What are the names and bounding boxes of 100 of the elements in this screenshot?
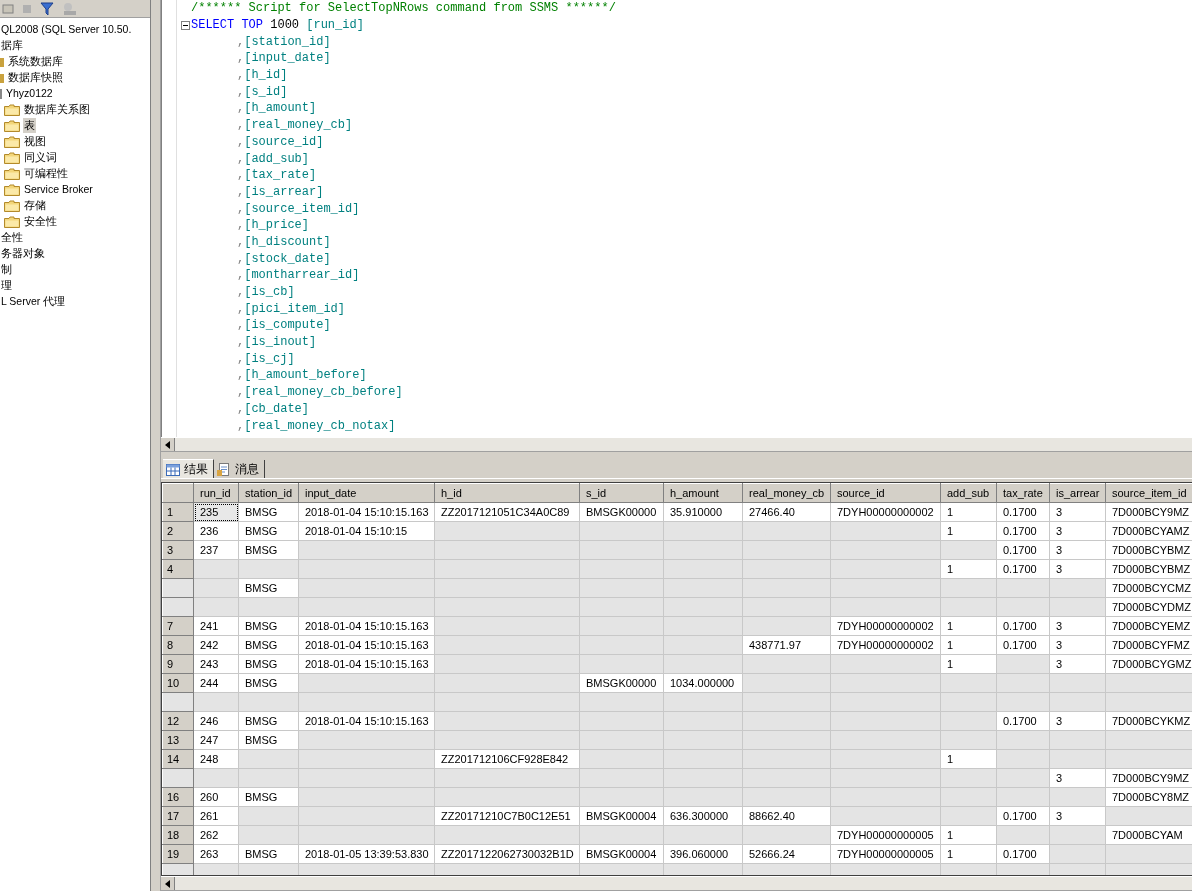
table-cell: 0.1700 <box>996 711 1050 731</box>
column-header[interactable]: h_id <box>434 483 580 503</box>
column-header[interactable]: is_arrear <box>1049 483 1106 503</box>
table-cell: BMSGK00000 <box>579 502 664 522</box>
table-cell: 3 <box>1049 540 1106 560</box>
tree-item[interactable]: Service Broker <box>23 181 94 197</box>
table-cell: BMSG <box>238 521 299 541</box>
filter-icon[interactable] <box>40 1 54 16</box>
code-line: ,[h_amount] <box>236 101 317 116</box>
tree-item[interactable]: 务器对象 <box>0 245 46 261</box>
tree-item[interactable]: 可编程性 <box>23 165 69 181</box>
tree-item[interactable]: 系统数据库 <box>7 53 64 69</box>
code-line: ,[s_id] <box>236 84 288 99</box>
table-cell: 1 <box>940 521 997 541</box>
table-cell: BMSGK00004 <box>579 844 664 864</box>
table-cell: 3 <box>1049 806 1106 826</box>
tree-item[interactable]: 存储 <box>23 197 47 213</box>
table-cell: 1 <box>940 616 997 636</box>
tree-item[interactable]: 数据库快照 <box>7 69 64 85</box>
column-header[interactable]: real_money_cb <box>742 483 831 503</box>
collapse-icon[interactable] <box>180 20 190 30</box>
table-cell: 262 <box>193 825 239 845</box>
table-cell: 35.910000 <box>663 502 743 522</box>
tree-item[interactable]: 同义词 <box>23 149 58 165</box>
code-line: ,[input_date] <box>236 51 331 66</box>
code-line: ,[cb_date] <box>236 401 309 416</box>
grid-icon <box>166 462 180 476</box>
table-cell: BMSG <box>238 540 299 560</box>
connect-icon[interactable] <box>2 2 14 15</box>
table-cell: 3 <box>1049 654 1106 674</box>
table-cell: 7DYH00000000005 <box>830 844 941 864</box>
table-cell: 2018-01-04 15:10:15.163 <box>298 502 435 522</box>
tree-item[interactable]: 视图 <box>23 133 47 149</box>
table-cell: 3 <box>1049 768 1106 788</box>
code-line: ,[montharrear_id] <box>236 268 360 283</box>
table-cell: 52666.24 <box>742 844 831 864</box>
table-cell: 263 <box>193 844 239 864</box>
column-header[interactable]: run_id <box>193 483 239 503</box>
code-line: ,[is_arrear] <box>236 184 324 199</box>
table-cell: 636.300000 <box>663 806 743 826</box>
table-cell: 0.1700 <box>996 616 1050 636</box>
table-cell: 1 <box>940 825 997 845</box>
table-cell: 2018-01-04 15:10:15.163 <box>298 635 435 655</box>
table-cell: 438771.97 <box>742 635 831 655</box>
column-header[interactable]: s_id <box>579 483 664 503</box>
code-line: ,[is_inout] <box>236 335 317 350</box>
table-cell: BMSG <box>238 711 299 731</box>
results-tab[interactable]: 结果 <box>163 459 214 478</box>
table-cell: 27466.40 <box>742 502 831 522</box>
table-cell: 247 <box>193 730 239 750</box>
activity-icon[interactable] <box>62 1 78 16</box>
table-cell: 236 <box>193 521 239 541</box>
tree-item[interactable]: Yhyz0122 <box>5 85 54 101</box>
table-cell: 246 <box>193 711 239 731</box>
table-cell: 2018-01-04 15:10:15.163 <box>298 654 435 674</box>
code-line: ,[source_item_id] <box>236 201 360 216</box>
code-line: ,[h_discount] <box>236 234 331 249</box>
left-arrow-icon[interactable] <box>164 879 171 888</box>
stop-icon[interactable] <box>22 3 32 14</box>
column-header[interactable]: tax_rate <box>996 483 1050 503</box>
code-line: ,[tax_rate] <box>236 168 317 183</box>
table-cell: BMSG <box>238 616 299 636</box>
table-cell: 1 <box>940 654 997 674</box>
table-cell: 7DYH00000000005 <box>830 825 941 845</box>
column-header[interactable]: source_id <box>830 483 941 503</box>
table-cell: 2018-01-05 13:39:53.830 <box>298 844 435 864</box>
tree-item[interactable]: 据库 <box>0 37 24 53</box>
tree-item[interactable]: 全性 <box>0 229 24 245</box>
column-header[interactable]: input_date <box>298 483 435 503</box>
column-header[interactable]: station_id <box>238 483 299 503</box>
table-cell: 3 <box>1049 635 1106 655</box>
code-line: ,[real_money_cb_before] <box>236 385 403 400</box>
tree-item[interactable]: 制 <box>0 261 13 277</box>
table-cell: ZZ20171210C7B0C12E51 <box>434 806 580 826</box>
tree-item[interactable]: 理 <box>0 277 13 293</box>
tree-item[interactable]: 安全性 <box>23 213 58 229</box>
column-header[interactable]: add_sub <box>940 483 997 503</box>
horizontal-scrollbar[interactable] <box>161 876 1192 891</box>
code-line: ,[pici_item_id] <box>236 301 346 316</box>
column-header[interactable]: h_amount <box>663 483 743 503</box>
table-cell: 0.1700 <box>996 540 1050 560</box>
table-cell: 2018-01-04 15:10:15 <box>298 521 435 541</box>
tree-item[interactable]: QL2008 (SQL Server 10.50. <box>0 21 133 37</box>
tree-item[interactable]: 数据库关系图 <box>23 101 91 117</box>
column-header[interactable]: source_item_id <box>1105 483 1192 503</box>
results-tab[interactable]: 消息 <box>214 460 265 478</box>
table-cell: BMSG <box>238 844 299 864</box>
left-arrow-icon[interactable] <box>164 440 171 449</box>
table-cell: BMSG <box>238 654 299 674</box>
table-cell: 1 <box>940 502 997 522</box>
code-line: ,[is_cb] <box>236 285 295 300</box>
tree-item[interactable]: 表 <box>23 117 36 133</box>
table-cell: 7DYH00000000002 <box>830 502 941 522</box>
table-cell: BMSG <box>238 787 299 807</box>
code-line: ,[add_sub] <box>236 151 309 166</box>
horizontal-scrollbar[interactable] <box>161 437 1192 452</box>
table-cell: 2018-01-04 15:10:15.163 <box>298 711 435 731</box>
table-cell: 260 <box>193 787 239 807</box>
tree-item[interactable]: L Server 代理 <box>0 293 67 309</box>
table-cell: 0.1700 <box>996 635 1050 655</box>
